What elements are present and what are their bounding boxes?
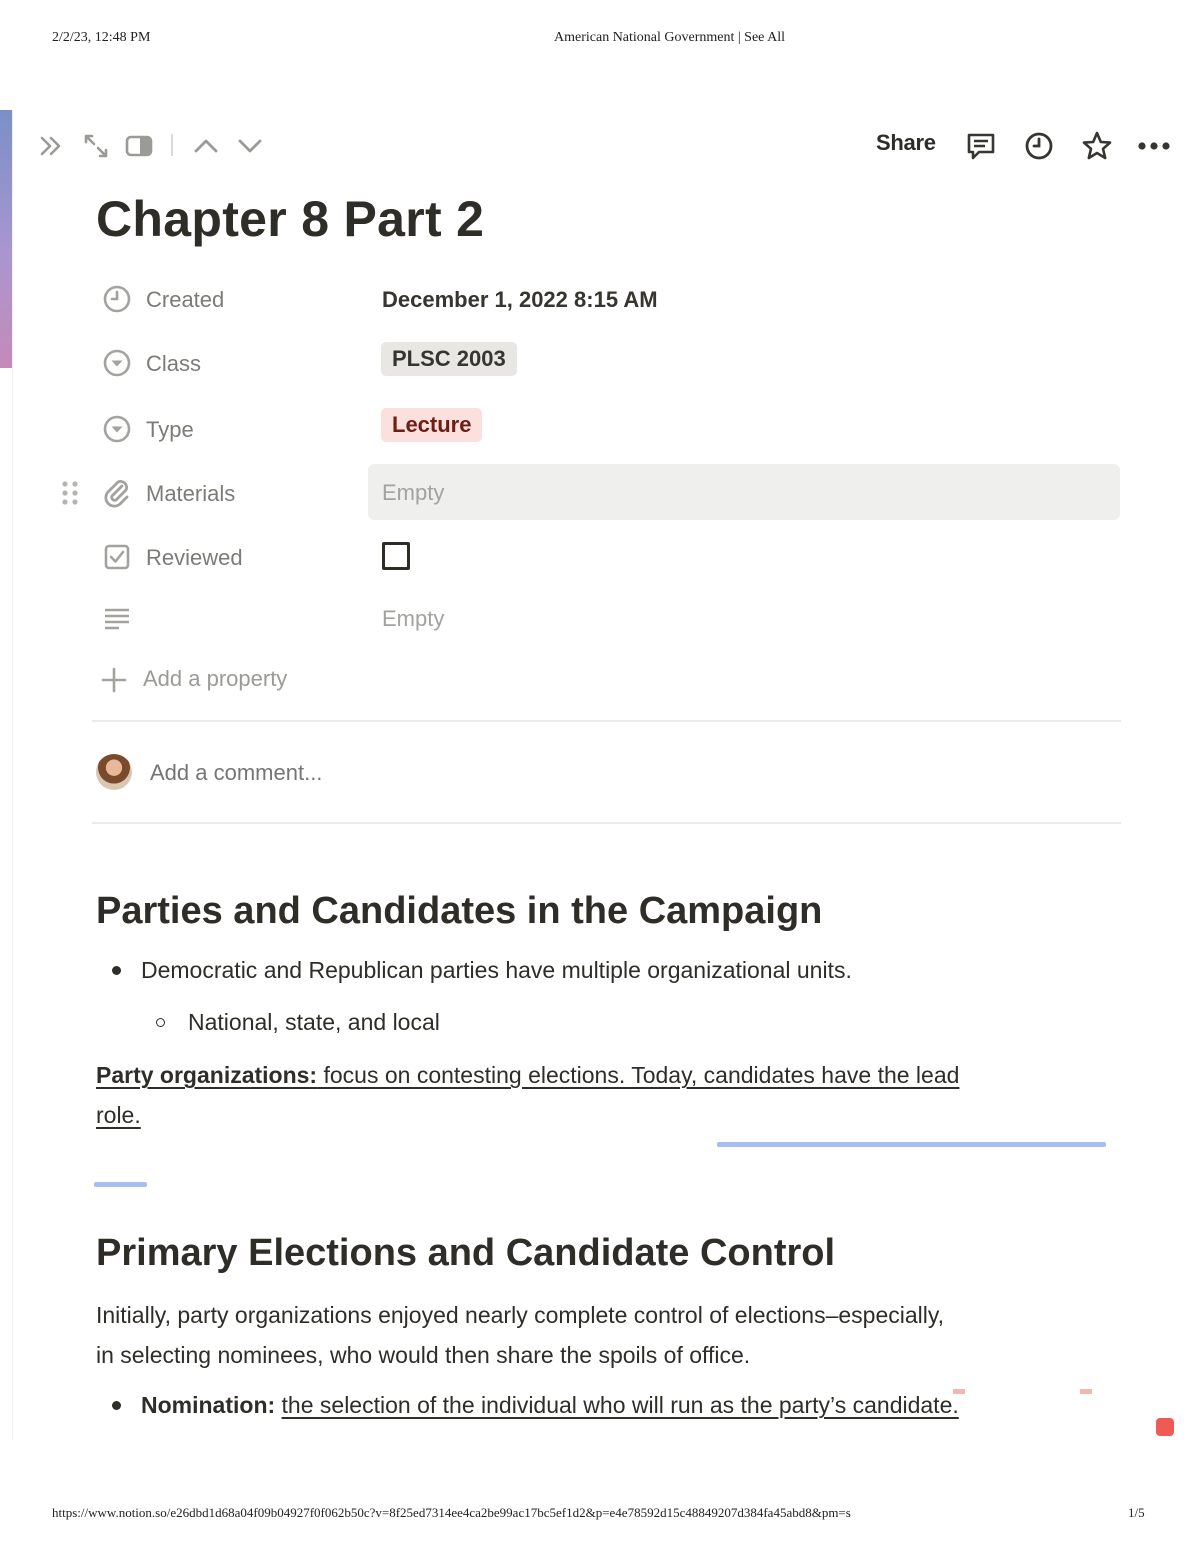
add-property-label: Add a property bbox=[143, 666, 288, 691]
property-name: Type bbox=[146, 417, 194, 442]
side-peek-icon[interactable] bbox=[124, 132, 154, 160]
properties-divider bbox=[92, 720, 1121, 722]
text-lines-icon bbox=[102, 604, 132, 634]
sub-bullet-item[interactable]: National, state, and local bbox=[188, 1002, 440, 1042]
highlight-mark bbox=[94, 1182, 147, 1187]
page-edge-divider bbox=[12, 110, 13, 1440]
bullet-item[interactable]: Nomination: the selection of the individ… bbox=[141, 1385, 959, 1425]
paragraph[interactable]: Initially, party organizations enjoyed n… bbox=[96, 1295, 944, 1335]
definition-paragraph-continued[interactable]: role. bbox=[96, 1095, 141, 1135]
print-date: 2/2/23, 12:48 PM bbox=[52, 30, 151, 45]
comment-mark bbox=[1080, 1389, 1092, 1394]
paragraph-continued[interactable]: in selecting nominees, who would then sh… bbox=[96, 1335, 750, 1375]
page-topbar: Share bbox=[36, 128, 1176, 164]
select-icon bbox=[102, 348, 132, 378]
type-tag[interactable]: Lecture bbox=[381, 408, 483, 442]
drag-handle-icon[interactable] bbox=[60, 480, 80, 506]
print-page-count: 1/5 bbox=[1128, 1505, 1145, 1520]
definition-text: role. bbox=[96, 1102, 141, 1128]
clock-icon bbox=[102, 284, 132, 314]
open-full-page-icon[interactable] bbox=[82, 132, 110, 160]
more-icon[interactable] bbox=[1136, 132, 1172, 160]
print-url: https://www.notion.so/e26dbd1d68a04f09b0… bbox=[52, 1505, 851, 1520]
definition-text: focus on contesting elections. Today, ca… bbox=[317, 1062, 960, 1088]
chevron-up-icon[interactable] bbox=[192, 132, 220, 160]
share-button[interactable]: Share bbox=[876, 130, 936, 156]
definition-paragraph[interactable]: Party organizations: focus on contesting… bbox=[96, 1055, 1108, 1095]
definition-term: Party organizations: bbox=[96, 1062, 318, 1088]
comment-composer[interactable] bbox=[96, 752, 1116, 798]
toolbar-divider bbox=[171, 134, 173, 156]
property-value: December 1, 2022 8:15 AM bbox=[382, 287, 658, 312]
materials-field[interactable] bbox=[368, 464, 1120, 520]
section-heading[interactable]: Primary Elections and Candidate Control bbox=[96, 1232, 835, 1275]
comment-icon[interactable] bbox=[964, 130, 998, 162]
bullet-icon bbox=[112, 1401, 121, 1410]
property-name: Reviewed bbox=[146, 545, 243, 570]
sub-bullet-icon bbox=[156, 1018, 165, 1027]
select-icon bbox=[102, 414, 132, 444]
notification-badge[interactable] bbox=[1156, 1418, 1174, 1436]
checkbox-property-icon bbox=[102, 542, 132, 572]
sidebar-edge bbox=[0, 110, 12, 368]
print-title: American National Government | See All bbox=[554, 30, 786, 45]
property-value-empty: Empty bbox=[382, 480, 445, 505]
property-type[interactable]: Type Lecture bbox=[60, 400, 1122, 456]
comment-mark bbox=[953, 1389, 965, 1394]
property-created[interactable]: Created December 1, 2022 8:15 AM bbox=[60, 270, 1122, 326]
bullet-icon bbox=[112, 966, 121, 975]
print-header: 2/2/23, 12:48 PM American National Gover… bbox=[0, 28, 1200, 50]
property-class[interactable]: Class PLSC 2003 bbox=[60, 334, 1122, 390]
avatar bbox=[96, 754, 132, 790]
property-text[interactable]: Empty bbox=[60, 590, 1122, 646]
comment-divider bbox=[92, 822, 1121, 824]
property-materials[interactable]: Materials Empty bbox=[60, 464, 1122, 520]
property-value-empty: Empty bbox=[382, 606, 445, 631]
page-title[interactable]: Chapter 8 Part 2 bbox=[96, 190, 484, 248]
paperclip-icon bbox=[102, 478, 132, 508]
highlight-mark bbox=[717, 1142, 1106, 1147]
class-tag[interactable]: PLSC 2003 bbox=[381, 342, 517, 376]
property-name: Class bbox=[146, 351, 202, 376]
clock-icon[interactable] bbox=[1022, 130, 1056, 162]
property-name: Materials bbox=[146, 481, 236, 506]
plus-icon bbox=[100, 666, 128, 694]
section-heading[interactable]: Parties and Candidates in the Campaign bbox=[96, 890, 822, 933]
expand-sidebar-icon[interactable] bbox=[38, 132, 66, 160]
comment-input[interactable] bbox=[150, 760, 750, 786]
definition-term: Nomination: bbox=[141, 1392, 276, 1418]
chevron-down-icon[interactable] bbox=[236, 132, 264, 160]
reviewed-checkbox[interactable] bbox=[382, 542, 410, 570]
property-name: Created bbox=[146, 287, 225, 312]
property-reviewed[interactable]: Reviewed bbox=[60, 528, 1122, 584]
bullet-item[interactable]: Democratic and Republican parties have m… bbox=[141, 950, 852, 990]
star-icon[interactable] bbox=[1080, 129, 1114, 163]
definition-text: the selection of the individual who will… bbox=[281, 1392, 959, 1418]
